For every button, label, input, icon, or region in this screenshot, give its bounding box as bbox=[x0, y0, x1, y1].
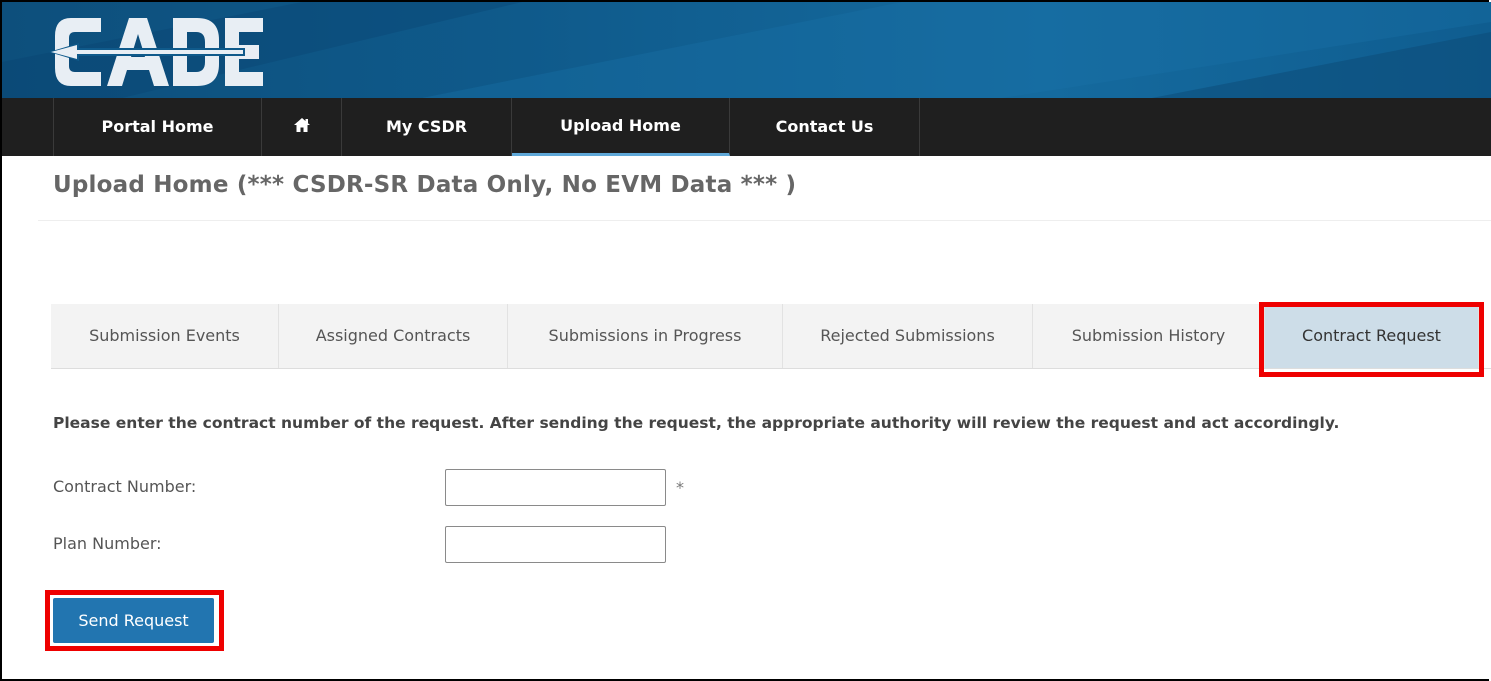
tab-submission-history[interactable]: Submission History bbox=[1033, 304, 1265, 368]
send-request-button[interactable]: Send Request bbox=[53, 598, 214, 643]
contract-number-input[interactable] bbox=[445, 469, 666, 506]
home-icon bbox=[293, 99, 311, 157]
tab-contract-request[interactable]: Contract Request bbox=[1265, 304, 1479, 368]
nav-contact-us[interactable]: Contact Us bbox=[730, 98, 920, 156]
header-banner bbox=[2, 2, 1491, 98]
plan-number-input[interactable] bbox=[445, 526, 666, 563]
tab-submission-events[interactable]: Submission Events bbox=[51, 304, 279, 368]
plan-number-label: Plan Number: bbox=[53, 534, 162, 553]
main-nav: Portal Home My CSDR Upload Home Contact … bbox=[2, 98, 1491, 156]
nav-portal-home[interactable]: Portal Home bbox=[54, 98, 262, 156]
required-marker: * bbox=[676, 478, 684, 497]
form-instructions: Please enter the contract number of the … bbox=[53, 414, 1340, 432]
tab-underline bbox=[51, 368, 1491, 369]
tab-rejected-submissions[interactable]: Rejected Submissions bbox=[783, 304, 1033, 368]
nav-my-csdr[interactable]: My CSDR bbox=[342, 98, 512, 156]
tab-submissions-in-progress[interactable]: Submissions in Progress bbox=[508, 304, 783, 368]
title-divider bbox=[38, 220, 1491, 221]
contract-number-label: Contract Number: bbox=[53, 477, 197, 496]
tab-assigned-contracts[interactable]: Assigned Contracts bbox=[279, 304, 508, 368]
cade-logo bbox=[49, 18, 263, 86]
nav-upload-home[interactable]: Upload Home bbox=[512, 98, 730, 156]
page-title: Upload Home (*** CSDR-SR Data Only, No E… bbox=[53, 172, 797, 198]
nav-home-icon-button[interactable] bbox=[262, 98, 342, 156]
